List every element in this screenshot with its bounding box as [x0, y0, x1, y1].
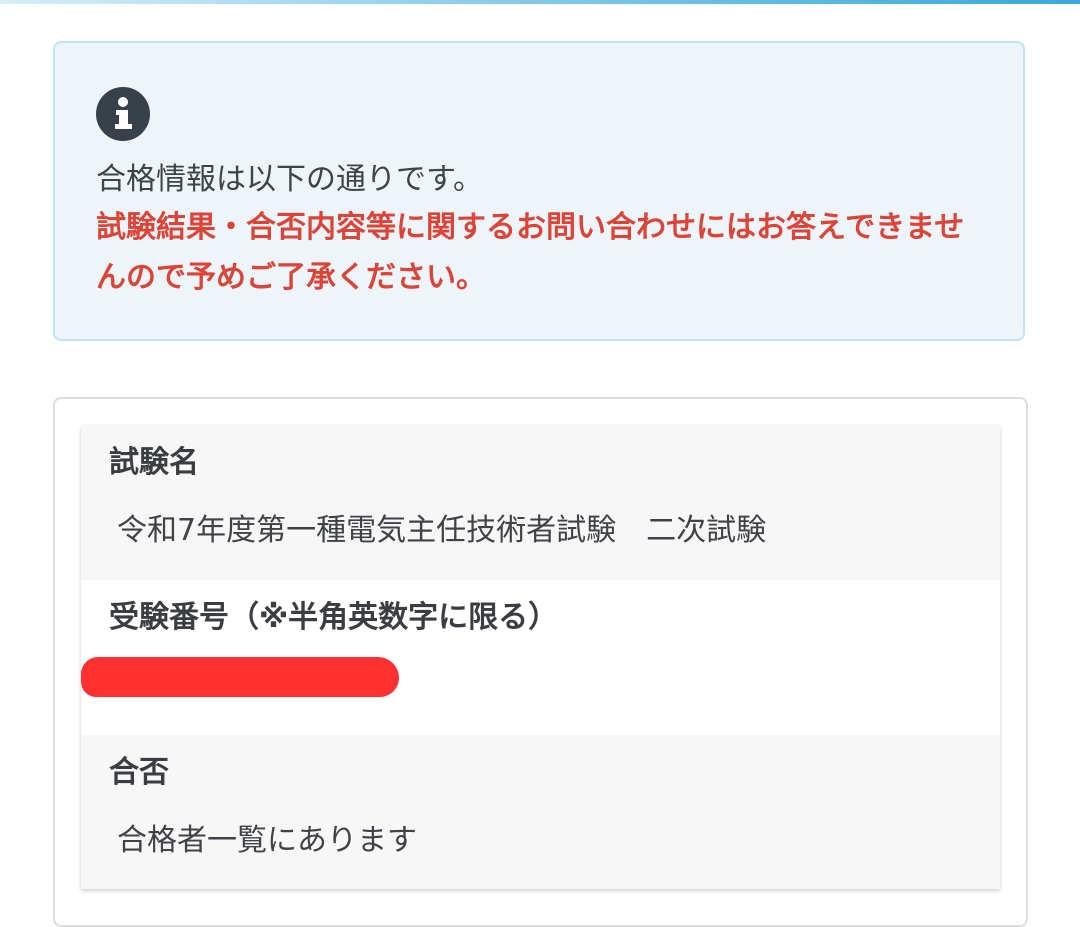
pass-row: 合否 合格者一覧にあります: [81, 735, 1000, 889]
info-notice: 合格情報は以下の通りです。 試験結果・合否内容等に関するお問い合わせにはお答えで…: [53, 41, 1025, 341]
pass-value: 合格者一覧にあります: [117, 823, 417, 858]
info-icon: [96, 87, 150, 141]
exam-name-label: 試験名: [109, 445, 199, 480]
exam-number-label: 受験番号（※半角英数字に限る）: [109, 600, 559, 635]
exam-name-row: 試験名 令和7年度第一種電気主任技術者試験 二次試験: [81, 425, 1000, 580]
result-card: 試験名 令和7年度第一種電気主任技術者試験 二次試験 受験番号（※半角英数字に限…: [53, 397, 1028, 927]
exam-name-value: 令和7年度第一種電気主任技術者試験 二次試験: [117, 513, 767, 548]
redaction-mark: [81, 657, 399, 697]
result-table: 試験名 令和7年度第一種電気主任技術者試験 二次試験 受験番号（※半角英数字に限…: [81, 425, 1000, 889]
pass-label: 合否: [109, 755, 169, 790]
top-accent-bar: [0, 0, 1080, 4]
notice-message: 合格情報は以下の通りです。: [96, 162, 483, 197]
notice-warning: 試験結果・合否内容等に関するお問い合わせにはお答えできませんので予めご了承くださ…: [96, 210, 965, 295]
